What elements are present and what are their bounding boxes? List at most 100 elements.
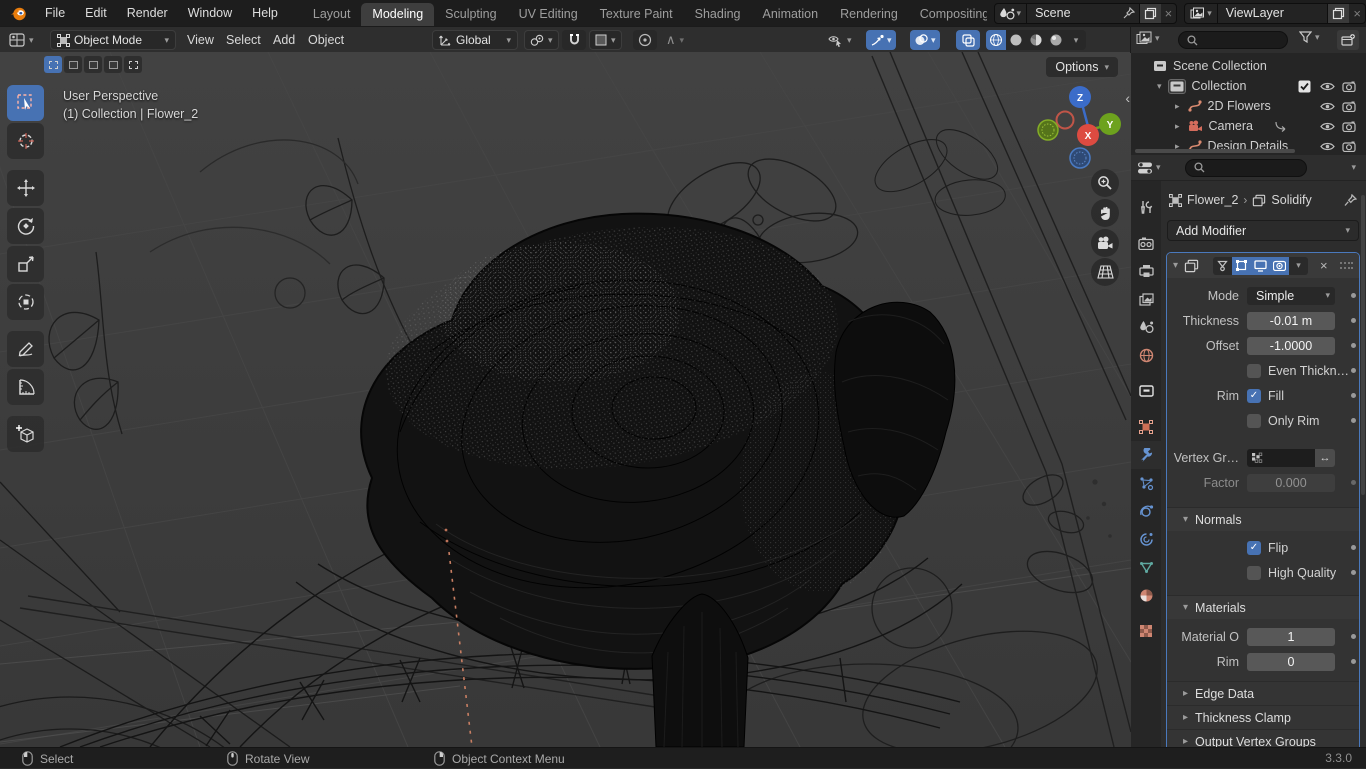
new-view-layer-button[interactable] xyxy=(1327,4,1349,23)
disclosure-triangle-icon[interactable]: ▸ xyxy=(1175,102,1180,111)
only-rim-checkbox[interactable] xyxy=(1247,414,1261,428)
menu-window[interactable]: Window xyxy=(178,0,242,26)
tab-animation[interactable]: Animation xyxy=(752,3,830,26)
add-modifier-button[interactable]: Add Modifier ▾ xyxy=(1167,220,1359,241)
blender-logo-icon[interactable] xyxy=(0,6,35,21)
tab-modifiers[interactable] xyxy=(1131,441,1161,469)
pin-icon[interactable] xyxy=(1344,194,1357,207)
tab-texture[interactable] xyxy=(1131,617,1161,645)
menu-help[interactable]: Help xyxy=(242,0,288,26)
select-mode-new-button[interactable] xyxy=(44,56,62,73)
new-collection-button[interactable] xyxy=(1337,30,1359,50)
tab-texture-paint[interactable]: Texture Paint xyxy=(589,3,684,26)
tab-shading[interactable]: Shading xyxy=(684,3,752,26)
snap-toggle[interactable] xyxy=(562,30,586,50)
select-mode-extend-button[interactable] xyxy=(64,56,82,73)
animate-dot[interactable] xyxy=(1351,368,1356,373)
outliner-row-2d-flowers[interactable]: ▸ 2D Flowers xyxy=(1131,96,1366,116)
display-edit-mode-toggle[interactable] xyxy=(1232,257,1251,275)
hide-eye-icon[interactable] xyxy=(1320,81,1335,92)
outliner-row-scene-collection[interactable]: Scene Collection xyxy=(1131,56,1366,76)
properties-search-input[interactable] xyxy=(1185,159,1307,177)
unlink-scene-button[interactable]: × xyxy=(1161,4,1177,23)
tab-collection-properties[interactable] xyxy=(1131,377,1161,405)
disable-render-icon[interactable] xyxy=(1342,141,1356,152)
modifier-panel-header[interactable]: ▾ ▾ × xyxy=(1167,253,1359,278)
tab-world[interactable] xyxy=(1131,341,1161,369)
menu-edit[interactable]: Edit xyxy=(75,0,117,26)
menu-select[interactable]: Select xyxy=(226,27,261,53)
drag-handle-icon[interactable] xyxy=(1339,261,1353,270)
properties-options-dropdown[interactable]: ▾ xyxy=(1351,163,1356,172)
flip-checkbox[interactable]: ✓ xyxy=(1247,541,1261,555)
menu-file[interactable]: File xyxy=(35,0,75,26)
animate-dot[interactable] xyxy=(1351,659,1356,664)
disclosure-triangle-icon[interactable]: ▸ xyxy=(1175,122,1180,131)
new-scene-button[interactable] xyxy=(1139,4,1161,23)
animate-dot[interactable] xyxy=(1351,634,1356,639)
animate-dot[interactable] xyxy=(1351,570,1356,575)
tab-constraints[interactable] xyxy=(1131,525,1161,553)
disable-render-icon[interactable] xyxy=(1342,121,1356,132)
filter-button[interactable]: ▾ xyxy=(1299,31,1320,43)
tab-physics[interactable] xyxy=(1131,497,1161,525)
thickness-clamp-section-header[interactable]: ▸ Thickness Clamp xyxy=(1167,705,1359,729)
tab-scene[interactable] xyxy=(1131,313,1161,341)
normals-section-header[interactable]: ▾ Normals xyxy=(1167,507,1359,531)
move-tool[interactable] xyxy=(7,170,44,206)
breadcrumb-object[interactable]: Flower_2 xyxy=(1187,193,1238,207)
outliner-scrollbar[interactable] xyxy=(1135,149,1295,153)
cursor-tool[interactable] xyxy=(7,123,44,159)
factor-field[interactable]: 0.000 xyxy=(1247,474,1335,492)
tab-compositing[interactable]: Compositing xyxy=(909,3,987,26)
annotate-tool[interactable] xyxy=(7,331,44,367)
mode-dropdown[interactable]: Simple▾ xyxy=(1247,287,1335,305)
display-render-toggle[interactable] xyxy=(1270,257,1289,275)
menu-render[interactable]: Render xyxy=(117,0,178,26)
toggle-perspective-grid-button[interactable] xyxy=(1091,258,1119,286)
disable-render-icon[interactable] xyxy=(1342,81,1356,92)
measure-tool[interactable] xyxy=(7,369,44,405)
rim-material-field[interactable]: 0 xyxy=(1247,653,1335,671)
select-mode-subtract-button[interactable] xyxy=(84,56,102,73)
high-quality-checkbox[interactable] xyxy=(1247,566,1261,580)
tab-object[interactable] xyxy=(1131,413,1161,441)
xray-toggle[interactable] xyxy=(956,30,980,50)
offset-field[interactable]: -1.0000 xyxy=(1247,337,1335,355)
pivot-point-dropdown[interactable]: ▾ xyxy=(524,30,559,50)
outliner-editor-type-button[interactable]: ▾ xyxy=(1136,31,1160,45)
animate-dot[interactable] xyxy=(1351,318,1356,323)
panel-expand-icon[interactable]: ▾ xyxy=(1173,261,1178,271)
transform-tool[interactable] xyxy=(7,284,44,320)
options-dropdown[interactable]: Options ▾ xyxy=(1046,57,1118,77)
outliner-search-input[interactable] xyxy=(1178,31,1288,49)
modifier-extras-dropdown[interactable]: ▾ xyxy=(1289,257,1308,275)
rim-fill-checkbox[interactable]: ✓ xyxy=(1247,389,1261,403)
edge-data-section-header[interactable]: ▸ Edge Data xyxy=(1167,681,1359,705)
view-layer-browse-button[interactable]: ▾ xyxy=(1185,4,1218,23)
mode-dropdown[interactable]: Object Mode ▾ xyxy=(50,30,176,50)
shading-solid-button[interactable] xyxy=(1006,30,1026,50)
hide-eye-icon[interactable] xyxy=(1320,121,1335,132)
tab-layout[interactable]: Layout xyxy=(302,3,362,26)
scale-tool[interactable] xyxy=(7,246,44,282)
tab-modeling[interactable]: Modeling xyxy=(361,3,434,26)
shading-dropdown[interactable]: ▾ xyxy=(1066,30,1086,50)
tab-output[interactable] xyxy=(1131,257,1161,285)
display-realtime-toggle[interactable] xyxy=(1251,257,1270,275)
remove-view-layer-button[interactable]: × xyxy=(1349,4,1365,23)
rotate-tool[interactable] xyxy=(7,208,44,244)
menu-add[interactable]: Add xyxy=(273,27,295,53)
scene-name[interactable]: Scene xyxy=(1027,6,1119,20)
outliner-row-collection[interactable]: ▾ Collection xyxy=(1131,76,1366,96)
view-layer-name[interactable]: ViewLayer xyxy=(1218,6,1328,20)
tab-render[interactable] xyxy=(1131,229,1161,257)
select-mode-intersect-button[interactable] xyxy=(124,56,142,73)
breadcrumb-modifier[interactable]: Solidify xyxy=(1271,193,1311,207)
animate-dot[interactable] xyxy=(1351,343,1356,348)
menu-view[interactable]: View xyxy=(187,27,214,53)
tab-rendering[interactable]: Rendering xyxy=(829,3,909,26)
menu-object[interactable]: Object xyxy=(308,27,344,53)
shading-rendered-button[interactable] xyxy=(1046,30,1066,50)
hide-eye-icon[interactable] xyxy=(1320,101,1335,112)
